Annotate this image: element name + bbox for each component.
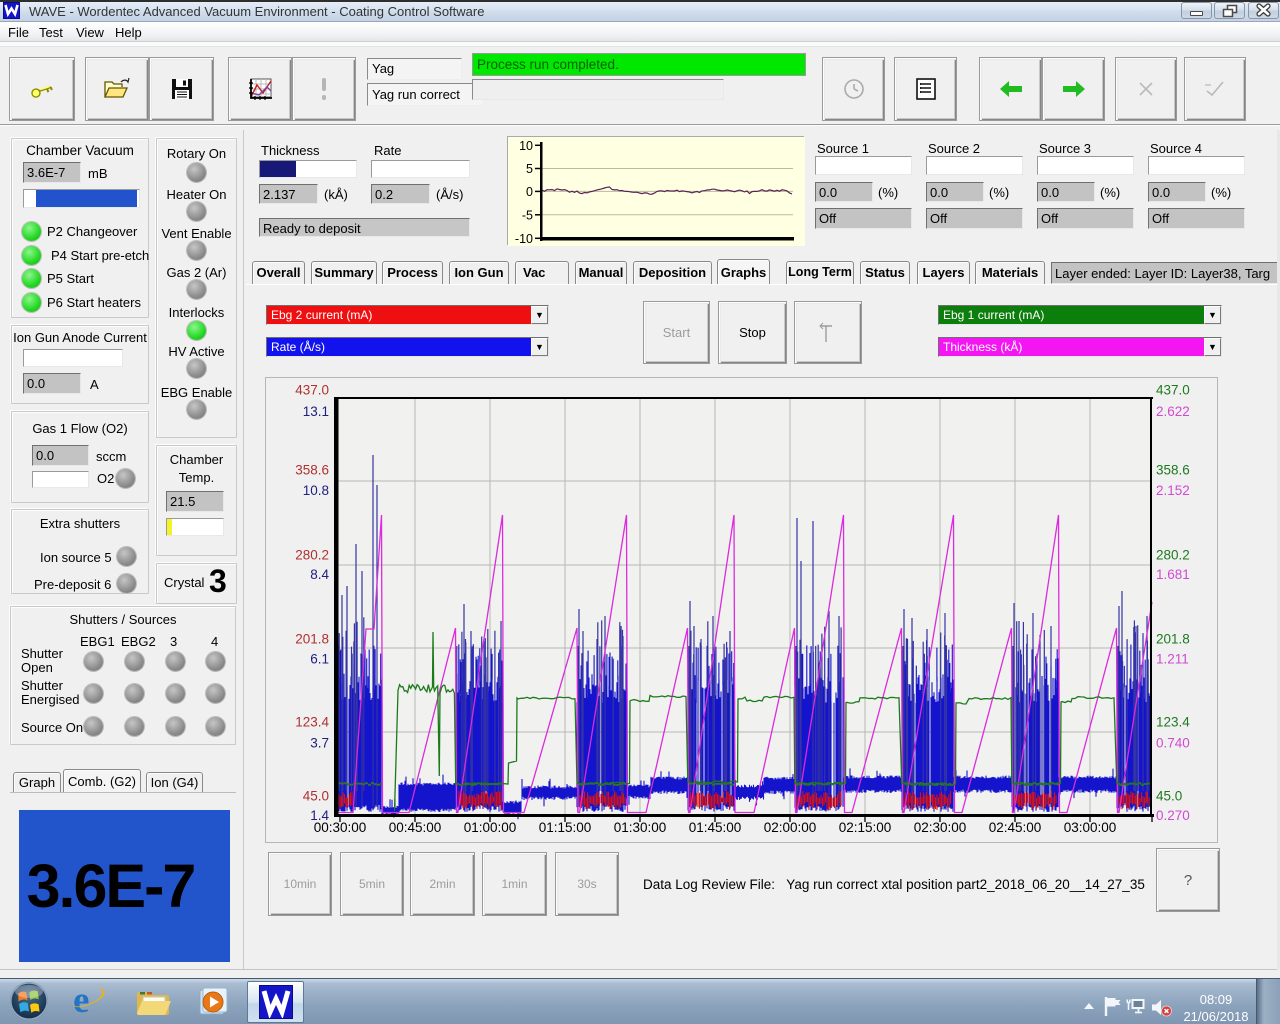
svg-text:437.0: 437.0 bbox=[1156, 383, 1190, 398]
svg-text:5: 5 bbox=[526, 162, 533, 176]
svg-text:00:30:00: 00:30:00 bbox=[314, 820, 367, 835]
svg-text:0: 0 bbox=[526, 185, 533, 199]
svg-text:437.0: 437.0 bbox=[295, 383, 329, 398]
svg-text:123.4: 123.4 bbox=[1156, 715, 1190, 730]
svg-text:358.6: 358.6 bbox=[1156, 463, 1190, 478]
svg-text:01:45:00: 01:45:00 bbox=[689, 820, 742, 835]
svg-text:2.152: 2.152 bbox=[1156, 483, 1190, 498]
svg-text:201.8: 201.8 bbox=[1156, 632, 1190, 647]
svg-text:02:15:00: 02:15:00 bbox=[839, 820, 892, 835]
svg-text:6.1: 6.1 bbox=[310, 652, 329, 667]
svg-text:201.8: 201.8 bbox=[295, 632, 329, 647]
svg-text:280.2: 280.2 bbox=[295, 548, 329, 563]
svg-text:8.4: 8.4 bbox=[310, 567, 329, 582]
svg-text:123.4: 123.4 bbox=[295, 715, 329, 730]
svg-text:1.211: 1.211 bbox=[1156, 652, 1189, 667]
svg-text:01:15:00: 01:15:00 bbox=[539, 820, 592, 835]
svg-text:02:45:00: 02:45:00 bbox=[989, 820, 1042, 835]
svg-text:358.6: 358.6 bbox=[295, 463, 329, 478]
svg-text:1.681: 1.681 bbox=[1156, 567, 1190, 582]
svg-text:0.740: 0.740 bbox=[1156, 736, 1190, 751]
svg-text:02:00:00: 02:00:00 bbox=[764, 820, 817, 835]
svg-text:02:30:00: 02:30:00 bbox=[914, 820, 967, 835]
svg-text:-10: -10 bbox=[515, 232, 533, 246]
svg-text:13.1: 13.1 bbox=[303, 404, 329, 419]
svg-text:03:00:00: 03:00:00 bbox=[1064, 820, 1117, 835]
svg-text:01:30:00: 01:30:00 bbox=[614, 820, 667, 835]
svg-text:280.2: 280.2 bbox=[1156, 548, 1190, 563]
svg-text:2.622: 2.622 bbox=[1156, 404, 1190, 419]
svg-text:01:00:00: 01:00:00 bbox=[464, 820, 517, 835]
svg-text:45.0: 45.0 bbox=[303, 789, 329, 804]
svg-text:3.7: 3.7 bbox=[310, 736, 329, 751]
svg-text:45.0: 45.0 bbox=[1156, 789, 1182, 804]
svg-text:10.8: 10.8 bbox=[303, 483, 329, 498]
svg-text:10: 10 bbox=[519, 139, 533, 153]
svg-text:00:45:00: 00:45:00 bbox=[389, 820, 442, 835]
svg-text:0.270: 0.270 bbox=[1156, 808, 1190, 823]
svg-text:-5: -5 bbox=[522, 208, 533, 222]
